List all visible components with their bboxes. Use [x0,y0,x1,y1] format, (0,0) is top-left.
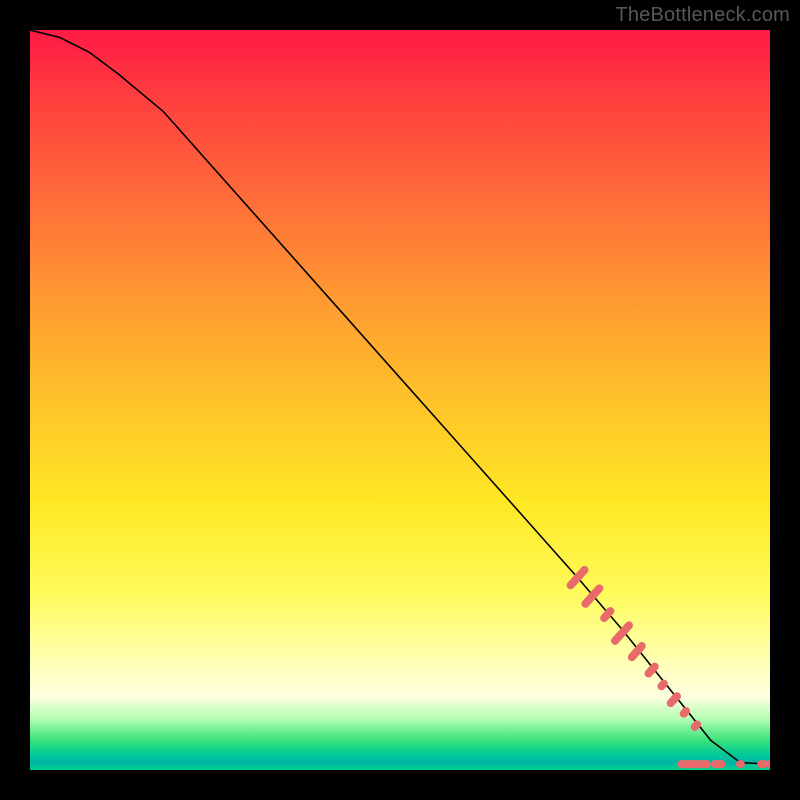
curve-marker [689,719,703,733]
curve-marker [626,640,647,662]
curve-marker [643,661,661,679]
curve-marker [656,678,670,692]
curve-marker [609,620,634,647]
watermark-text: TheBottleneck.com [615,4,790,27]
curve-marker [598,605,616,623]
plot-area [30,30,770,770]
curve-marker [678,705,692,719]
chart-stage: TheBottleneck.com [0,0,800,800]
floor-marker [696,760,711,768]
bottleneck-curve [30,30,770,764]
floor-marker [736,760,745,768]
chart-overlay [30,30,770,770]
curve-markers [565,564,703,732]
floor-marker [711,760,726,768]
